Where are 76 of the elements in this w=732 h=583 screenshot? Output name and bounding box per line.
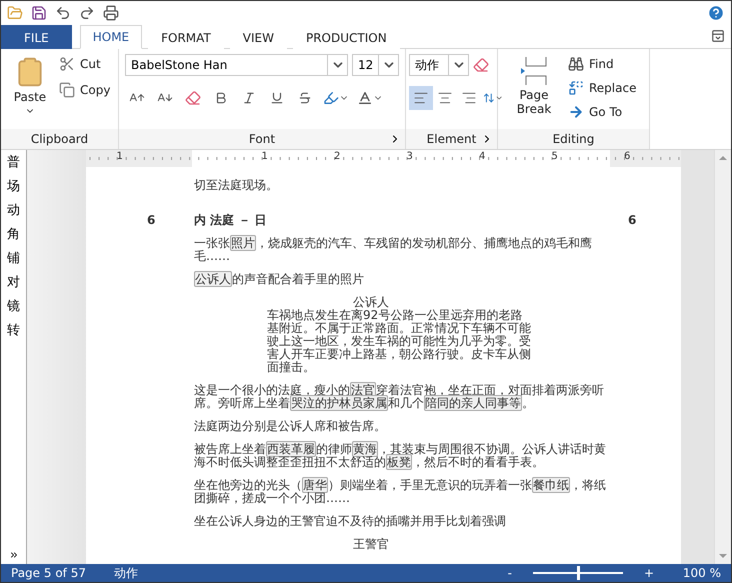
ruler-number: 3 [406,151,413,162]
expand-icon[interactable] [8,550,18,560]
character-name: 王警官 [353,538,390,551]
scene-heading: 内 法庭 － 日 [194,214,268,227]
group-label: Clipboard [30,132,88,146]
go-to-button[interactable]: Go To [568,102,636,122]
element-type-item[interactable]: 对 [7,274,20,291]
page-break-icon [520,56,548,86]
undo-icon[interactable] [55,5,71,21]
zoom-slider-thumb[interactable] [576,566,580,580]
current-element: 动作 [114,564,138,582]
character-name: 公诉人 [353,296,390,309]
scene-number: 6 [628,214,636,227]
page-count: Page 5 of 57 [11,566,87,580]
zoom-percentage: 100 % [682,566,721,580]
element-type-item[interactable]: 转 [7,322,20,339]
align-right-icon [461,90,477,106]
copy-button[interactable]: Copy [59,80,110,100]
align-left-icon [413,90,429,106]
zoom-out-button[interactable]: - [508,566,512,580]
eraser-icon[interactable] [473,57,489,73]
element-type-item[interactable]: 铺 [7,250,20,267]
page-break-button[interactable]: Page Break [506,54,562,129]
ruler-number: 1 [262,151,268,162]
redo-icon[interactable] [79,5,95,21]
ruler-number: 5 [552,151,558,162]
element-type-item[interactable]: 动 [7,202,20,219]
group-label: Element [426,132,476,146]
group-label: Editing [552,132,594,146]
align-button[interactable] [409,86,433,110]
cut-button[interactable]: Cut [59,54,110,74]
action-paragraph: 坐在公诉人身边的王警官迫不及待的插嘴并用手比划着强调 [194,515,507,528]
paste-button[interactable]: Paste [7,54,53,129]
ruler-number: 1 [116,151,123,162]
help-icon[interactable] [707,4,725,22]
action-paragraph: 法庭两边分别是公诉人席和被告席。 [194,420,387,433]
bold-icon [214,91,228,105]
file-tab[interactable]: FILE [1,25,72,49]
underline-icon [270,91,284,105]
zoom-in-button[interactable]: + [644,566,654,580]
action-paragraph: 切至法庭现场。 [194,179,279,192]
ruler-number: 4 [479,151,486,162]
font-color-icon [357,90,373,106]
ruler-number: 6 [624,151,630,162]
action-paragraph: 被告席上坐着西装革履的律师黄海，其装束与周围很不协调。公诉人讲话时黄海不时低头调整歪歪扭扭不太舒适的板凳，然后不时的看看手表。 [194,443,606,469]
element-type-item[interactable]: 角 [7,226,20,243]
element-type-item[interactable]: 普 [7,154,20,171]
font-size-dropdown[interactable]: 12 [352,54,399,76]
scene-number: 6 [147,214,156,227]
binoculars-icon [568,56,584,72]
ribbon-tab[interactable]: HOME [80,25,142,49]
strikethrough-icon [298,91,312,105]
ruler[interactable]: 1 1 2 3 4 5 6 [86,150,681,167]
action-paragraph: 公诉人的声音配合着手里的照片 [194,273,365,286]
italic-icon [242,91,256,105]
find-button[interactable]: Find [568,54,636,74]
element-type-item[interactable]: 场 [7,178,20,195]
replace-button[interactable]: Replace [568,78,636,98]
collapse-ribbon-icon[interactable] [711,29,725,43]
highlighter-icon [323,90,339,106]
scissors-icon [59,56,75,72]
action-paragraph: 坐在他旁边的光头（唐华）则端坐着，手里无意识的玩弄着一张餐巾纸，将纸团撕碎，搓成一个个小团…… [194,479,606,505]
action-paragraph: 一张张 照片，烧成躯壳的汽车、车残留的发动机部分、捕鹰地点的鸡毛和鹰毛…… [194,237,593,263]
element-type-item[interactable]: 镜 [7,298,20,315]
replace-icon [568,80,584,96]
font-family-dropdown[interactable]: BabelStone Han [125,54,348,76]
group-label: Font [248,132,276,146]
ruler-number: 2 [334,151,340,162]
copy-icon [59,82,75,98]
save-icon[interactable] [31,5,47,21]
align-center-icon [437,90,453,106]
printer-icon[interactable] [103,5,119,21]
line-spacing-icon [483,91,495,105]
eraser-icon [185,90,201,106]
dialogue-text: 车祸地点发生在离92号公路一公里远弃用的老路基附近。不属于正常路面。正常情况下车辆不可能驶上这一地区，发生车祸的可能性为几乎为零。受害人开车正要冲上路基，朝公路行驶。皮卡车从侧面撞击。 [267,309,532,374]
element-dropdown[interactable]: 动作 [409,54,469,76]
